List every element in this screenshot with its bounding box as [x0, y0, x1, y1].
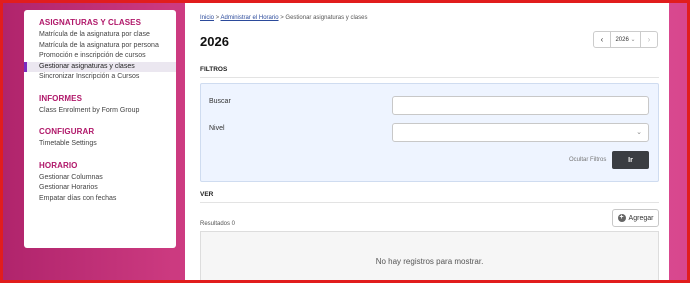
sidebar-item[interactable]: Empatar días con fechas: [24, 194, 176, 205]
sidebar-item[interactable]: Matrícula de la asignatura por clase: [24, 30, 176, 41]
filters-panel: Buscar Nivel ⌄ Ocultar Filtros Ir: [200, 83, 659, 182]
level-select[interactable]: ⌄: [392, 123, 649, 142]
sidebar-section: CONFIGURAR Timetable Settings: [24, 127, 176, 150]
sidebar-item[interactable]: Promoción e inscripción de cursos: [24, 51, 176, 62]
breadcrumb-home[interactable]: Inicio: [200, 15, 214, 21]
chevron-left-icon: ‹: [600, 35, 604, 44]
sidebar-item[interactable]: Gestionar asignaturas y clases: [24, 61, 176, 72]
sidebar-item[interactable]: Sincronizar Inscripción a Cursos: [24, 72, 176, 83]
results-table: No hay registros para mostrar.: [200, 231, 659, 280]
sidebar-section: INFORMES Class Enrolment by Form Group: [24, 94, 176, 117]
year-select[interactable]: 2026 ⌄: [610, 32, 641, 47]
app-frame: ASIGNATURAS Y CLASES Matrícula de la asig…: [3, 3, 687, 280]
breadcrumb: Inicio > Administrar el Horario > Gestio…: [200, 15, 367, 21]
divider: [200, 202, 659, 203]
divider: [200, 77, 659, 78]
sidebar-item[interactable]: Gestionar Horarios: [24, 183, 176, 194]
view-heading: VER: [200, 191, 214, 198]
sidebar-section-title: CONFIGURAR: [39, 127, 95, 136]
breadcrumb-current: Gestionar asignaturas y clases: [285, 15, 368, 21]
breadcrumb-parent[interactable]: Administrar el Horario: [221, 15, 279, 21]
sidebar-section-title: ASIGNATURAS Y CLASES: [39, 18, 142, 27]
year-select-value: 2026: [615, 36, 629, 43]
chevron-down-icon: ⌄: [636, 129, 642, 136]
chevron-down-icon: ⌄: [630, 37, 636, 43]
page-title: 2026: [200, 34, 229, 49]
sidebar-section-title: INFORMES: [39, 93, 83, 103]
main-content: Inicio > Administrar el Horario > Gestio…: [185, 3, 669, 280]
results-count: Resultados 0: [200, 221, 236, 227]
filters-heading: FILTROS: [200, 66, 228, 73]
sidebar-item[interactable]: Class Enrolment by Form Group: [24, 106, 176, 117]
sidebar-item[interactable]: Timetable Settings: [24, 139, 176, 150]
next-year-button[interactable]: ›: [641, 32, 657, 47]
add-button[interactable]: + Agregar: [612, 209, 659, 227]
go-button[interactable]: Ir: [612, 151, 649, 169]
sidebar-section: HORARIO Gestionar Columnas Gestionar Horar…: [24, 161, 176, 205]
chevron-right-icon: ›: [647, 35, 651, 44]
level-label: Nivel: [209, 125, 225, 132]
sidebar: ASIGNATURAS Y CLASES Matrícula de la asig…: [24, 10, 176, 248]
prev-year-button[interactable]: ‹: [594, 32, 610, 47]
plus-icon: +: [617, 214, 626, 222]
sidebar-section: ASIGNATURAS Y CLASES Matrícula de la asig…: [24, 18, 176, 83]
search-input[interactable]: [392, 96, 649, 115]
year-selector: ‹ 2026 ⌄ ›: [593, 31, 658, 48]
hide-filters-link[interactable]: Ocultar Filtros: [569, 157, 606, 163]
empty-message: No hay registros para mostrar.: [375, 257, 484, 266]
search-label: Buscar: [209, 98, 231, 105]
add-button-label: Agregar: [628, 214, 654, 222]
sidebar-section-title: HORARIO: [39, 160, 78, 170]
sidebar-item[interactable]: Gestionar Columnas: [24, 173, 176, 184]
sidebar-item[interactable]: Matrícula de la asignatura por persona: [24, 41, 176, 52]
